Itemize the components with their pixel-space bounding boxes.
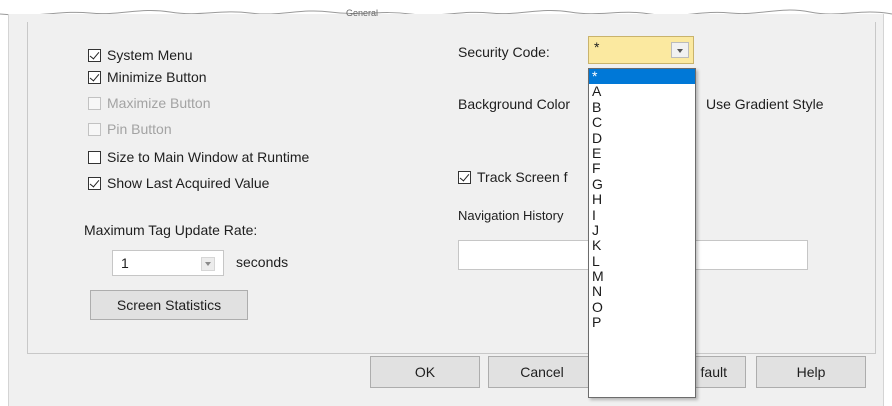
checkbox-label: System Menu bbox=[107, 47, 193, 63]
dropdown-option[interactable]: B bbox=[589, 99, 695, 115]
dropdown-option[interactable]: I bbox=[589, 207, 695, 223]
show-last-acquired-value-checkbox[interactable]: Show Last Acquired Value bbox=[88, 174, 269, 192]
checkbox-label: Size to Main Window at Runtime bbox=[107, 149, 310, 165]
tab-general[interactable]: General bbox=[346, 8, 378, 18]
dropdown-option[interactable]: O bbox=[589, 299, 695, 315]
screen-statistics-button[interactable]: Screen Statistics bbox=[90, 290, 248, 320]
max-tag-update-rate-label: Maximum Tag Update Rate: bbox=[84, 222, 258, 238]
dropdown-option[interactable]: K bbox=[589, 237, 695, 253]
checkbox-box[interactable] bbox=[88, 150, 101, 164]
use-gradient-style-label[interactable]: Use Gradient Style bbox=[706, 96, 824, 112]
ok-button[interactable]: OK bbox=[370, 356, 480, 388]
dropdown-option[interactable]: F bbox=[589, 160, 695, 176]
checkbox-box bbox=[88, 122, 101, 136]
checkbox-box[interactable] bbox=[458, 170, 471, 184]
dropdown-option[interactable]: H bbox=[589, 191, 695, 207]
checkbox-label: Show Last Acquired Value bbox=[107, 175, 270, 191]
dropdown-option[interactable]: E bbox=[589, 145, 695, 161]
checkbox-box[interactable] bbox=[88, 48, 101, 62]
dropdown-option[interactable]: C bbox=[589, 114, 695, 130]
security-code-combo[interactable]: * bbox=[588, 36, 694, 64]
system-menu-checkbox[interactable]: System Menu bbox=[88, 46, 193, 64]
update-rate-combo[interactable]: 1 bbox=[112, 250, 224, 276]
size-to-main-window-checkbox[interactable]: Size to Main Window at Runtime bbox=[88, 148, 309, 166]
chevron-down-icon[interactable] bbox=[201, 257, 215, 271]
checkbox-label: Minimize Button bbox=[107, 69, 207, 85]
minimize-button-checkbox[interactable]: Minimize Button bbox=[88, 68, 207, 86]
checkbox-label: Track Screen f bbox=[477, 169, 568, 185]
dropdown-option[interactable]: * bbox=[589, 69, 695, 85]
dropdown-option[interactable]: D bbox=[589, 130, 695, 146]
dropdown-option[interactable]: A bbox=[589, 83, 695, 99]
security-code-dropdown-list[interactable]: * A B C D E F G H I J K L M N O P bbox=[588, 68, 696, 398]
dropdown-option[interactable]: G bbox=[589, 176, 695, 192]
checkbox-box bbox=[88, 96, 101, 110]
background-color-label: Background Color bbox=[458, 96, 571, 112]
security-code-label: Security Code: bbox=[458, 44, 550, 60]
dropdown-option[interactable]: P bbox=[589, 314, 695, 330]
dropdown-option[interactable]: N bbox=[589, 284, 695, 300]
help-button[interactable]: Help bbox=[756, 356, 866, 388]
pin-button-checkbox: Pin Button bbox=[88, 120, 172, 138]
track-screen-checkbox[interactable]: Track Screen f bbox=[458, 168, 568, 186]
security-code-value: * bbox=[594, 39, 600, 55]
update-rate-value: 1 bbox=[121, 255, 129, 271]
cancel-button[interactable]: Cancel bbox=[488, 356, 596, 388]
chevron-down-icon[interactable] bbox=[671, 42, 689, 58]
checkbox-box[interactable] bbox=[88, 70, 101, 84]
checkbox-label: Pin Button bbox=[107, 121, 172, 137]
navigation-history-label: Navigation History bbox=[458, 208, 564, 223]
checkbox-label: Maximize Button bbox=[107, 95, 211, 111]
dropdown-option[interactable]: L bbox=[589, 253, 695, 269]
dropdown-option[interactable]: J bbox=[589, 222, 695, 238]
maximize-button-checkbox: Maximize Button bbox=[88, 94, 210, 112]
checkbox-box[interactable] bbox=[88, 176, 101, 190]
dropdown-option[interactable]: M bbox=[589, 268, 695, 284]
seconds-label: seconds bbox=[236, 254, 289, 270]
